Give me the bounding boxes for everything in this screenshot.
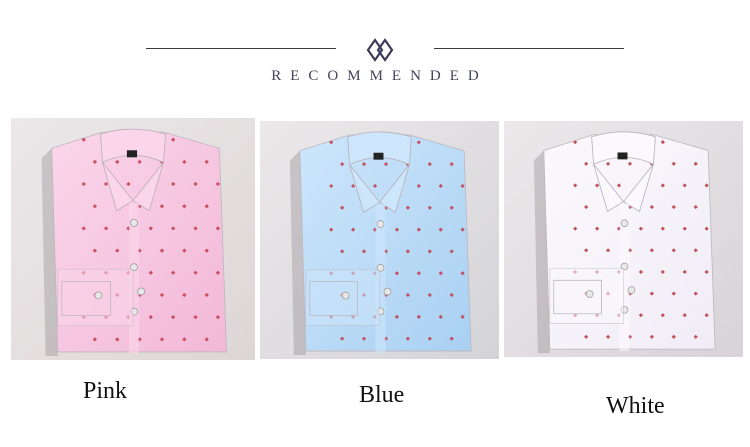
product-label-pink[interactable]: Pink — [83, 378, 127, 405]
product-label-white[interactable]: White — [606, 393, 665, 420]
divider-line-right — [434, 48, 624, 49]
product-image-pink-shirt[interactable] — [11, 118, 255, 360]
divider-line-left — [146, 48, 336, 49]
product-image-white-shirt[interactable] — [504, 121, 743, 357]
product-label-blue[interactable]: Blue — [359, 382, 404, 409]
section-heading: RECOMMENDED — [271, 68, 488, 84]
double-diamond-icon — [366, 38, 394, 62]
product-image-blue-shirt[interactable] — [260, 121, 499, 359]
